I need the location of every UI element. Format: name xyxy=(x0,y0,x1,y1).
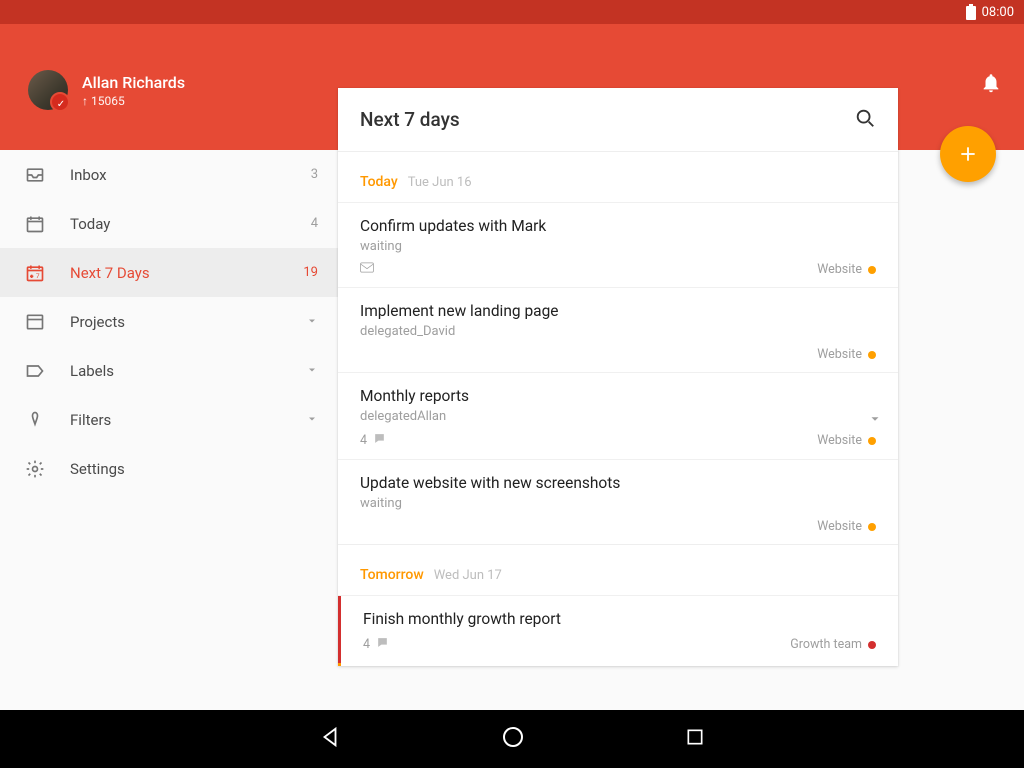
profile-karma: ↑ 15065 xyxy=(82,94,185,108)
project-label: Website xyxy=(817,347,862,362)
android-nav-bar xyxy=(0,710,1024,768)
sidebar-item-projects[interactable]: Projects xyxy=(0,297,338,346)
add-task-fab[interactable] xyxy=(940,126,996,182)
sidebar: Inbox 3 Today 4 7 Next 7 Days 19 Project… xyxy=(0,150,338,710)
project-label: Growth team xyxy=(790,637,862,652)
section-header-today: Today Tue Jun 16 xyxy=(338,152,898,202)
projects-icon xyxy=(24,311,46,333)
project-label: Website xyxy=(817,433,862,448)
sidebar-item-labels[interactable]: Labels xyxy=(0,346,338,395)
arrow-up-icon: ↑ xyxy=(82,94,88,108)
task-row[interactable]: Monthly reports delegatedAllan 4 Website xyxy=(338,372,898,459)
android-status-bar: 08:00 xyxy=(0,0,1024,24)
sidebar-item-today[interactable]: Today 4 xyxy=(0,199,338,248)
battery-icon xyxy=(966,4,976,20)
project-label: Website xyxy=(817,519,862,534)
comment-count: 4 xyxy=(363,637,370,652)
task-row[interactable]: Implement new landing page delegated_Dav… xyxy=(338,287,898,372)
search-button[interactable] xyxy=(854,107,876,133)
chevron-down-icon xyxy=(306,410,318,429)
notifications-button[interactable] xyxy=(980,72,1002,98)
home-button[interactable] xyxy=(501,725,525,753)
project-label: Website xyxy=(817,262,862,277)
mail-icon xyxy=(360,262,374,277)
back-button[interactable] xyxy=(319,726,341,752)
calendar-today-icon xyxy=(24,213,46,235)
project-dot xyxy=(868,266,876,274)
avatar xyxy=(28,70,68,110)
inbox-icon xyxy=(24,164,46,186)
gear-icon xyxy=(24,458,46,480)
sidebar-item-settings[interactable]: Settings xyxy=(0,444,338,493)
svg-text:7: 7 xyxy=(36,272,40,280)
comment-icon xyxy=(376,636,389,653)
sidebar-item-next7days[interactable]: 7 Next 7 Days 19 xyxy=(0,248,338,297)
expand-chevron-icon[interactable] xyxy=(868,411,882,430)
task-row[interactable]: Finish monthly growth report 4 Growth te… xyxy=(338,595,898,663)
task-row[interactable]: Confirm updates with Mark waiting Websit… xyxy=(338,202,898,287)
chevron-down-icon xyxy=(306,312,318,331)
label-icon xyxy=(24,360,46,382)
recent-apps-button[interactable] xyxy=(685,727,705,751)
calendar-week-icon: 7 xyxy=(24,262,46,284)
profile-block[interactable]: Allan Richards ↑ 15065 xyxy=(28,70,185,110)
project-dot xyxy=(868,641,876,649)
sidebar-item-inbox[interactable]: Inbox 3 xyxy=(0,150,338,199)
comment-icon xyxy=(373,432,386,449)
task-row[interactable]: Update website with new screenshots wait… xyxy=(338,459,898,544)
sidebar-item-filters[interactable]: Filters xyxy=(0,395,338,444)
chevron-down-icon xyxy=(306,361,318,380)
project-dot xyxy=(868,523,876,531)
card-header: Next 7 days xyxy=(338,88,898,152)
filter-icon xyxy=(24,409,46,431)
project-dot xyxy=(868,437,876,445)
profile-name: Allan Richards xyxy=(82,73,185,92)
card-title: Next 7 days xyxy=(360,108,854,131)
task-list-card: Next 7 days Today Tue Jun 16 Confirm upd… xyxy=(338,88,898,666)
project-dot xyxy=(868,351,876,359)
section-header-tomorrow: Tomorrow Wed Jun 17 xyxy=(338,545,898,595)
priority-indicator xyxy=(338,596,341,663)
status-time: 08:00 xyxy=(982,5,1014,20)
comment-count: 4 xyxy=(360,433,367,448)
